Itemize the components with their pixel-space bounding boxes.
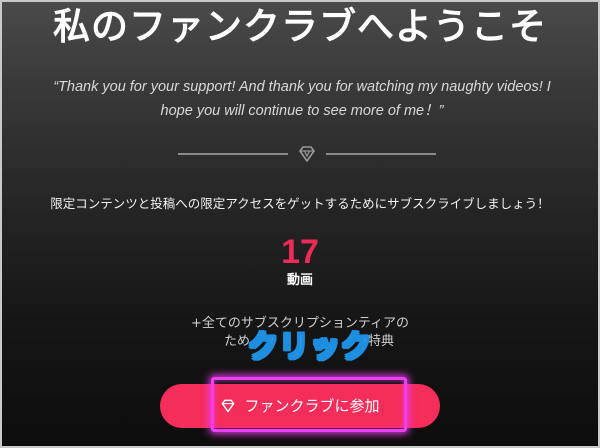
page-title: 私のファンクラブへようこそ (53, 5, 547, 48)
quote-line-2: hope you will continue to see more of me… (160, 103, 444, 119)
fanclub-page: 私のファンクラブへようこそ “Thank you for your suppor… (0, 0, 600, 448)
divider (178, 144, 436, 164)
subscribe-description: 限定コンテンツと投稿への限定アクセスをゲットするためにサブスクライブしましょう！ (50, 196, 550, 211)
diamond-icon (297, 144, 317, 164)
click-callout: クリック (247, 329, 372, 366)
divider-line-left (178, 153, 288, 155)
creator-quote: “Thank you for your support! And thank y… (42, 75, 562, 123)
video-count-label: 動画 (286, 273, 313, 288)
quote-line-1: “Thank you for your support! And thank y… (53, 79, 551, 95)
video-count: 17 (281, 233, 319, 271)
divider-line-right (326, 153, 436, 155)
benefit-line-2-left: ため (224, 334, 251, 349)
join-fanclub-button[interactable] (160, 384, 440, 428)
